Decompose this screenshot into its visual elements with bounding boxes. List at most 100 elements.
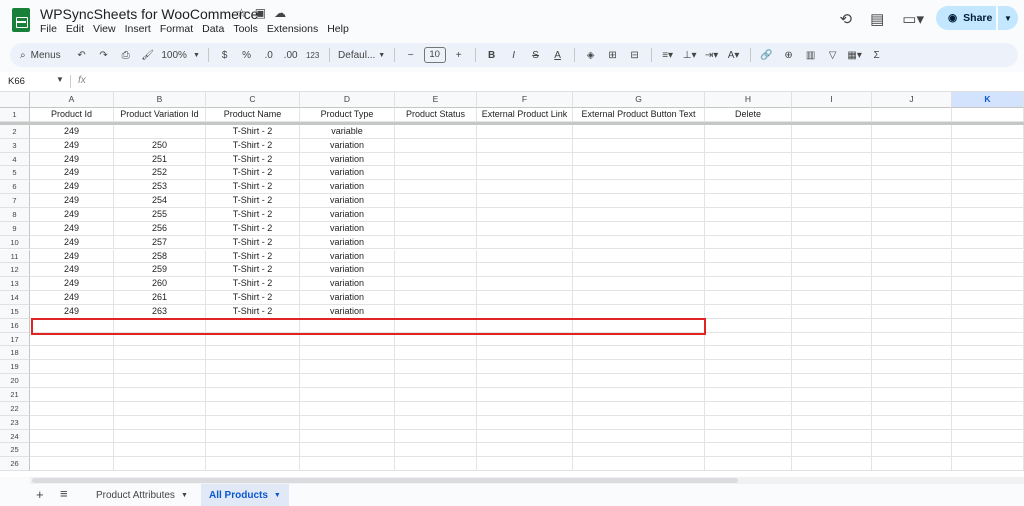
empty-cell[interactable] xyxy=(952,415,1024,430)
row-header[interactable]: 7 xyxy=(0,194,30,208)
data-cell[interactable]: variation xyxy=(300,166,395,181)
header-cell[interactable]: Product Id xyxy=(30,108,114,122)
empty-cell[interactable] xyxy=(477,429,573,444)
font-size-input[interactable]: 10 xyxy=(423,47,446,63)
empty-cell[interactable] xyxy=(792,415,872,430)
increase-font-size-button[interactable]: + xyxy=(450,45,468,65)
empty-cell[interactable] xyxy=(114,415,206,430)
empty-cell[interactable] xyxy=(705,332,792,347)
empty-cell[interactable] xyxy=(573,401,705,416)
meet-icon[interactable]: ▭▾ xyxy=(902,10,924,28)
data-cell[interactable]: 263 xyxy=(114,304,206,319)
data-cell[interactable]: T-Shirt - 2 xyxy=(206,304,300,319)
empty-cell[interactable] xyxy=(477,401,573,416)
bold-button[interactable]: B xyxy=(483,45,501,65)
empty-cell[interactable] xyxy=(792,207,872,222)
empty-cell[interactable] xyxy=(300,388,395,402)
header-cell[interactable] xyxy=(872,108,952,122)
data-cell[interactable]: 249 xyxy=(30,194,114,208)
empty-cell[interactable] xyxy=(395,138,477,153)
empty-cell[interactable] xyxy=(573,235,705,250)
data-cell[interactable]: variation xyxy=(300,194,395,208)
empty-cell[interactable] xyxy=(395,388,477,402)
empty-cell[interactable] xyxy=(206,332,300,347)
empty-cell[interactable] xyxy=(395,415,477,430)
empty-cell[interactable] xyxy=(573,291,705,305)
empty-cell[interactable] xyxy=(872,304,952,319)
row-header[interactable]: 1 xyxy=(0,108,30,122)
empty-cell[interactable] xyxy=(872,346,952,361)
empty-cell[interactable] xyxy=(206,346,300,361)
empty-cell[interactable] xyxy=(477,346,573,361)
data-cell[interactable]: 259 xyxy=(114,263,206,278)
empty-cell[interactable] xyxy=(705,304,792,319)
chevron-down-icon[interactable]: ▼ xyxy=(274,492,281,499)
row-header[interactable]: 14 xyxy=(0,291,30,305)
row-header[interactable]: 20 xyxy=(0,374,30,388)
text-rotation-icon[interactable]: A▾ xyxy=(725,45,743,65)
empty-cell[interactable] xyxy=(395,374,477,388)
empty-cell[interactable] xyxy=(300,415,395,430)
horizontal-scrollbar[interactable] xyxy=(30,477,1024,484)
empty-cell[interactable] xyxy=(114,457,206,472)
empty-cell[interactable] xyxy=(705,415,792,430)
empty-cell[interactable] xyxy=(114,360,206,375)
row-header[interactable]: 16 xyxy=(0,318,30,333)
empty-cell[interactable] xyxy=(705,235,792,250)
fill-color-icon[interactable]: ◈ xyxy=(582,45,600,65)
empty-cell[interactable] xyxy=(395,360,477,375)
data-cell[interactable]: 261 xyxy=(114,291,206,305)
empty-cell[interactable] xyxy=(872,429,952,444)
empty-cell[interactable] xyxy=(952,332,1024,347)
empty-cell[interactable] xyxy=(705,207,792,222)
row-header[interactable]: 9 xyxy=(0,221,30,236)
empty-cell[interactable] xyxy=(395,346,477,361)
header-cell[interactable]: Delete xyxy=(705,108,792,122)
data-cell[interactable]: variation xyxy=(300,207,395,222)
empty-cell[interactable] xyxy=(477,235,573,250)
add-sheet-icon[interactable]: + xyxy=(36,487,44,502)
empty-cell[interactable] xyxy=(792,401,872,416)
share-button[interactable]: ◉ Share xyxy=(936,6,996,30)
empty-cell[interactable] xyxy=(395,249,477,264)
column-header-k[interactable]: K xyxy=(952,92,1024,108)
empty-cell[interactable] xyxy=(792,249,872,264)
data-cell[interactable]: 256 xyxy=(114,221,206,236)
empty-cell[interactable] xyxy=(573,207,705,222)
empty-cell[interactable] xyxy=(30,443,114,458)
all-sheets-icon[interactable]: ≡ xyxy=(60,486,68,501)
empty-cell[interactable] xyxy=(395,124,477,139)
row-header[interactable]: 23 xyxy=(0,415,30,430)
empty-cell[interactable] xyxy=(573,166,705,181)
empty-cell[interactable] xyxy=(114,429,206,444)
data-cell[interactable]: T-Shirt - 2 xyxy=(206,138,300,153)
empty-cell[interactable] xyxy=(395,207,477,222)
tab-product-attributes[interactable]: Product Attributes ▼ xyxy=(88,484,196,506)
data-cell[interactable]: T-Shirt - 2 xyxy=(206,124,300,139)
empty-cell[interactable] xyxy=(573,249,705,264)
data-cell[interactable]: 249 xyxy=(30,138,114,153)
empty-cell[interactable] xyxy=(477,152,573,167)
empty-cell[interactable] xyxy=(872,207,952,222)
empty-cell[interactable] xyxy=(206,457,300,472)
empty-cell[interactable] xyxy=(30,332,114,347)
data-cell[interactable]: 255 xyxy=(114,207,206,222)
empty-cell[interactable] xyxy=(300,360,395,375)
empty-cell[interactable] xyxy=(705,221,792,236)
comments-icon[interactable]: ▤ xyxy=(870,10,884,28)
empty-cell[interactable] xyxy=(705,194,792,208)
empty-cell[interactable] xyxy=(573,346,705,361)
empty-cell[interactable] xyxy=(573,415,705,430)
empty-cell[interactable] xyxy=(477,457,573,472)
empty-cell[interactable] xyxy=(300,457,395,472)
empty-cell[interactable] xyxy=(300,401,395,416)
data-cell[interactable]: T-Shirt - 2 xyxy=(206,235,300,250)
empty-cell[interactable] xyxy=(395,304,477,319)
empty-cell[interactable] xyxy=(872,318,952,333)
empty-cell[interactable] xyxy=(477,221,573,236)
italic-button[interactable]: I xyxy=(505,45,523,65)
empty-cell[interactable] xyxy=(952,249,1024,264)
scrollbar-thumb[interactable] xyxy=(32,478,738,483)
version-history-icon[interactable]: ⟲ xyxy=(840,10,853,28)
empty-cell[interactable] xyxy=(477,304,573,319)
